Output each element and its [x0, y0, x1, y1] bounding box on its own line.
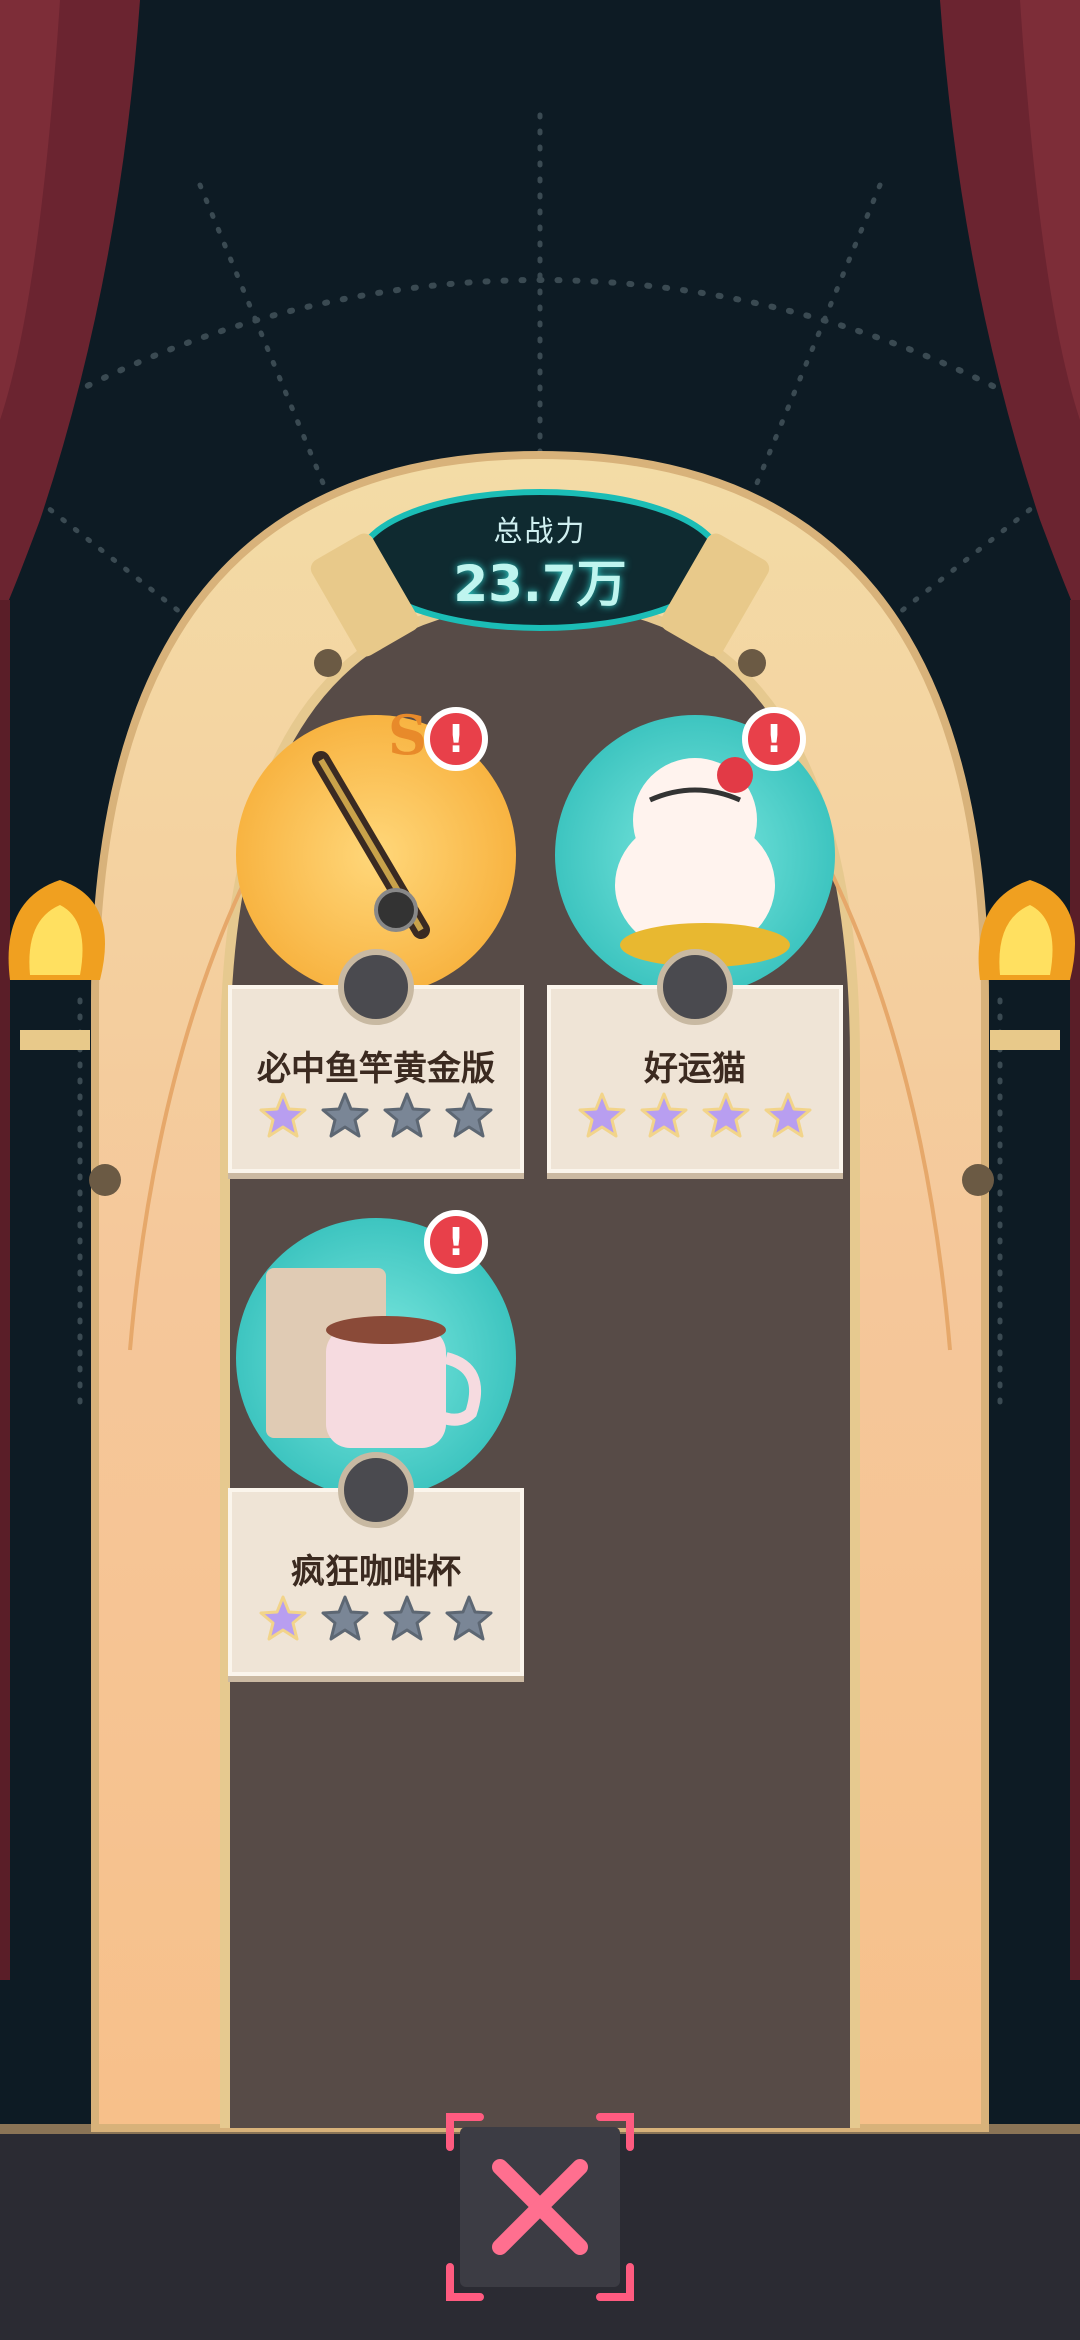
star-filled-icon	[578, 1092, 626, 1138]
star-empty-icon	[383, 1092, 431, 1138]
star-filled-icon	[640, 1092, 688, 1138]
arch-frame	[8, 450, 1075, 2132]
star-filled-icon	[702, 1092, 750, 1138]
item-slot-dot	[338, 949, 414, 1025]
total-power-value: 23.7万	[453, 555, 627, 613]
star-empty-icon	[445, 1595, 493, 1641]
star-filled-icon	[259, 1595, 307, 1641]
alert-badge: !	[424, 1210, 488, 1274]
game-screen: 总战力 23.7万 SS ! 必中鱼竿黄金版	[0, 0, 1080, 2340]
item-name: 必中鱼竿黄金版	[257, 1049, 495, 1089]
star-rating	[232, 1594, 520, 1644]
star-rating	[232, 1091, 520, 1141]
item-card-fishing-rod[interactable]: SS ! 必中鱼竿黄金版	[228, 703, 524, 1185]
alert-badge: !	[424, 707, 488, 771]
star-filled-icon	[764, 1092, 812, 1138]
star-filled-icon	[259, 1092, 307, 1138]
item-slot-dot	[657, 949, 733, 1025]
item-card-coffee-cup[interactable]: ! 疯狂咖啡杯	[228, 1210, 524, 1688]
item-slot-dot	[338, 1452, 414, 1528]
star-rating	[551, 1091, 839, 1141]
alert-badge: !	[742, 707, 806, 771]
close-button[interactable]	[440, 2107, 640, 2307]
close-icon	[446, 2113, 634, 2301]
star-empty-icon	[321, 1092, 369, 1138]
star-empty-icon	[445, 1092, 493, 1138]
item-name: 疯狂咖啡杯	[291, 1552, 461, 1592]
star-empty-icon	[321, 1595, 369, 1641]
star-empty-icon	[383, 1595, 431, 1641]
item-card-lucky-cat[interactable]: ! 好运猫	[547, 707, 843, 1185]
item-name: 好运猫	[644, 1049, 746, 1089]
